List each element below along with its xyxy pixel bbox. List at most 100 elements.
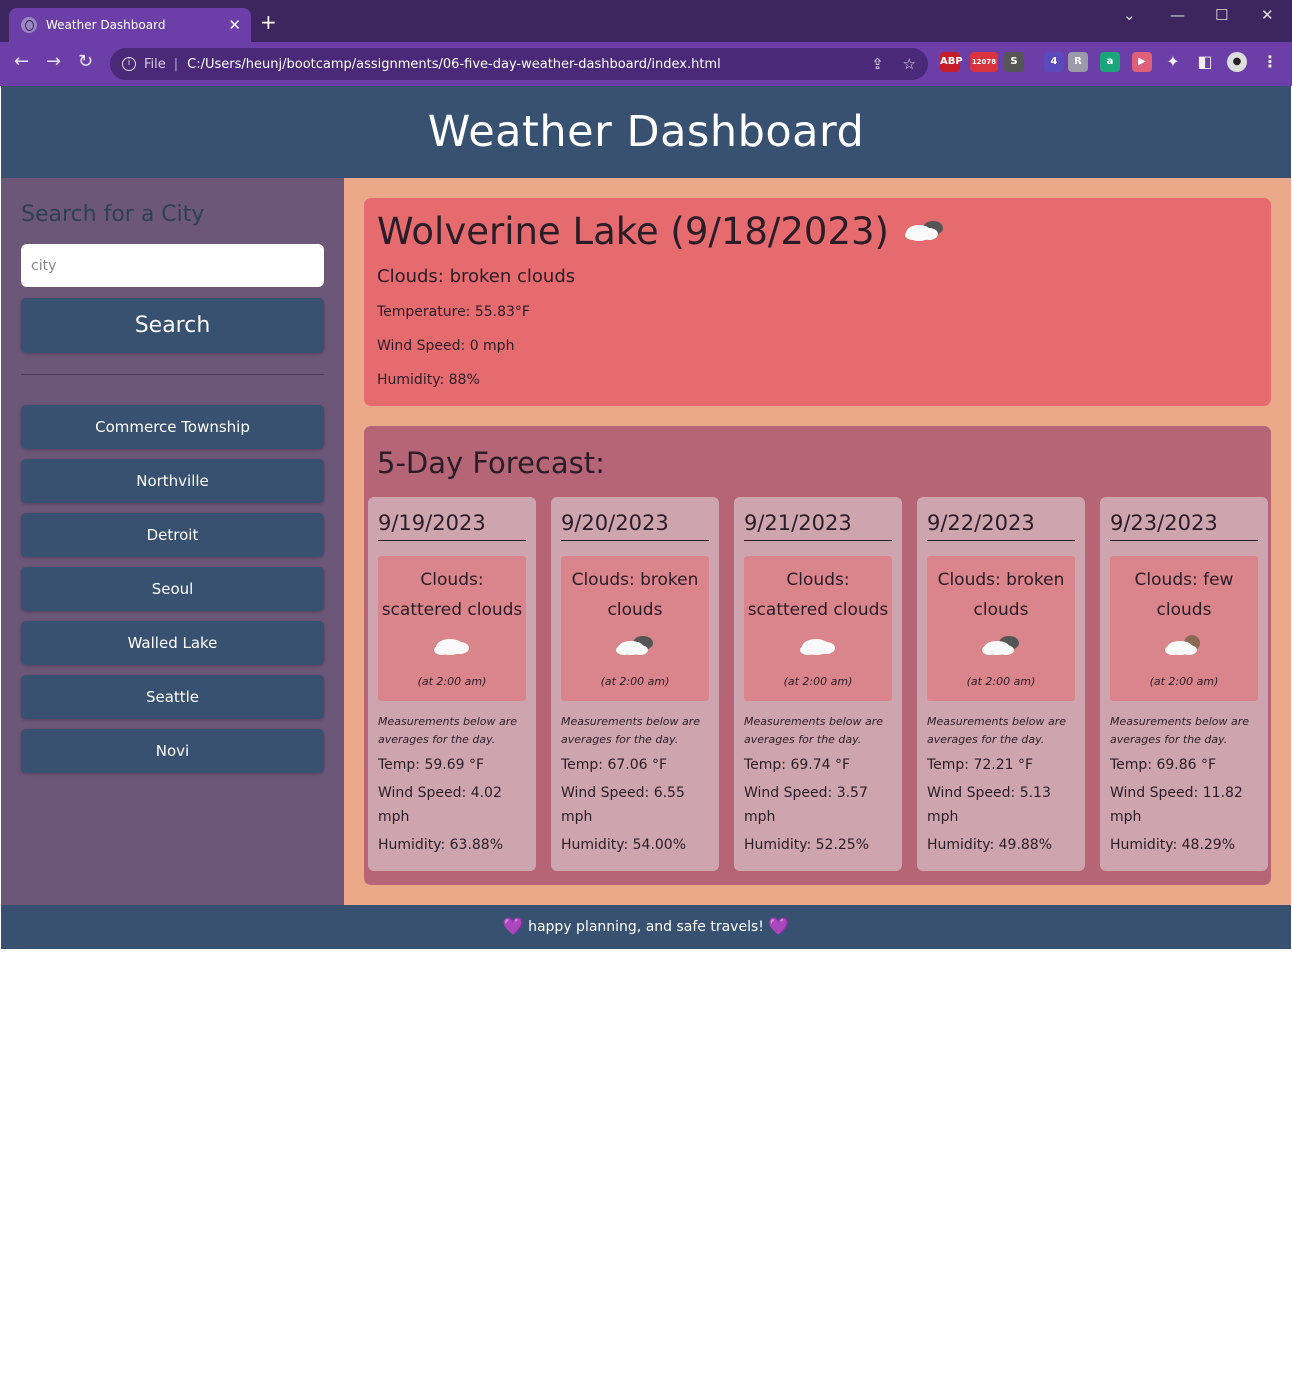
forecast-card: 9/20/2023 Clouds: broken clouds (at 2:00…: [551, 497, 719, 871]
history-button[interactable]: Seattle: [21, 675, 324, 719]
adblock-icon[interactable]: ABP: [940, 52, 963, 72]
browser-toolbar: ← → ↻ i File | C:/Users/heunj/bootcamp/a…: [0, 42, 1292, 86]
broken-clouds-icon: [613, 632, 657, 662]
history-button[interactable]: Seoul: [21, 567, 324, 611]
forecast-note: Measurements below are averages for the …: [744, 715, 884, 746]
maximize-icon[interactable]: ☐: [1215, 6, 1228, 24]
extensions-puzzle-icon[interactable]: ✦: [1163, 52, 1183, 72]
forecast-time: (at 2:00 am): [600, 675, 670, 688]
scattered-clouds-icon: [430, 632, 474, 662]
forecast-temp: Temp: 59.69 °F: [378, 757, 485, 773]
video-icon[interactable]: ▶: [1132, 52, 1152, 72]
reload-icon[interactable]: ↻: [78, 53, 93, 71]
forecast-stats: Temp: 69.74 °F Wind Speed: 3.57 mph Humi…: [744, 753, 898, 861]
forecast-wind: Wind Speed: 6.55 mph: [561, 785, 685, 825]
forecast-time: (at 2:00 am): [966, 675, 1036, 688]
forecast-time: (at 2:00 am): [417, 675, 487, 688]
current-weather-card: Wolverine Lake (9/18/2023) Clouds: broke…: [364, 198, 1271, 406]
history-button[interactable]: Novi: [21, 729, 324, 773]
side-panel-icon[interactable]: ◧: [1195, 52, 1215, 72]
browser-tab[interactable]: Weather Dashboard ✕: [9, 8, 251, 42]
history-button[interactable]: Detroit: [21, 513, 324, 557]
forecast-description: Clouds: scattered clouds: [747, 570, 889, 620]
current-city-date: Wolverine Lake (9/18/2023): [377, 210, 889, 253]
divider: [21, 374, 324, 375]
history-button[interactable]: Commerce Township: [21, 405, 324, 449]
forecast-conditions: Clouds: broken clouds (at 2:00 am): [927, 556, 1075, 701]
forecast-stats: Temp: 59.69 °F Wind Speed: 4.02 mph Humi…: [378, 753, 532, 861]
current-temperature: Temperature: 55.83°F: [377, 304, 530, 320]
forecast-date: 9/19/2023: [378, 511, 526, 541]
forecast-description: Clouds: few clouds: [1134, 570, 1234, 620]
five-day-forecast: 5-Day Forecast: 9/19/2023 Clouds: scatte…: [364, 426, 1271, 885]
info-icon[interactable]: i: [122, 57, 136, 71]
menu-dots-icon[interactable]: ⋮: [1260, 52, 1280, 72]
page-header: Weather Dashboard: [1, 86, 1291, 178]
purple-heart-icon: 💜: [502, 917, 524, 937]
forecast-title: 5-Day Forecast:: [377, 446, 605, 480]
forecast-humidity: Humidity: 49.88%: [927, 837, 1053, 853]
search-history-list: Commerce Township Northville Detroit Seo…: [21, 405, 324, 783]
a-icon[interactable]: a: [1100, 52, 1120, 72]
close-window-icon[interactable]: ✕: [1261, 6, 1274, 24]
broken-clouds-icon: [903, 210, 947, 253]
current-humidity: Humidity: 88%: [377, 372, 480, 388]
forecast-wind: Wind Speed: 3.57 mph: [744, 785, 868, 825]
forward-icon[interactable]: →: [46, 53, 61, 71]
script-icon[interactable]: S: [1004, 52, 1024, 72]
globe-icon: [21, 17, 37, 33]
forecast-card: 9/21/2023 Clouds: scattered clouds (at 2…: [734, 497, 902, 871]
forecast-wind: Wind Speed: 11.82 mph: [1110, 785, 1243, 825]
history-button[interactable]: Walled Lake: [21, 621, 324, 665]
forecast-temp: Temp: 69.86 °F: [1110, 757, 1217, 773]
forecast-conditions: Clouds: few clouds (at 2:00 am): [1110, 556, 1258, 701]
forecast-conditions: Clouds: scattered clouds (at 2:00 am): [744, 556, 892, 701]
url-text[interactable]: C:/Users/heunj/bootcamp/assignments/06-f…: [187, 57, 721, 72]
forecast-note: Measurements below are averages for the …: [1110, 715, 1250, 746]
weather-dashboard-page: Weather Dashboard Search for a City Sear…: [1, 86, 1291, 949]
back-icon[interactable]: ←: [14, 53, 29, 71]
minimize-icon[interactable]: —: [1170, 6, 1185, 24]
page-footer: 💜 happy planning, and safe travels! 💜: [1, 905, 1291, 949]
page-title: Weather Dashboard: [427, 107, 865, 157]
forecast-time: (at 2:00 am): [1149, 675, 1219, 688]
forecast-stats: Temp: 69.86 °F Wind Speed: 11.82 mph Hum…: [1110, 753, 1264, 861]
bookmark-star-icon[interactable]: ☆: [903, 55, 916, 73]
profile-avatar[interactable]: ●: [1227, 52, 1247, 72]
forecast-humidity: Humidity: 52.25%: [744, 837, 870, 853]
forecast-time: (at 2:00 am): [783, 675, 853, 688]
forecast-description: Clouds: broken clouds: [571, 570, 699, 620]
forecast-card: 9/23/2023 Clouds: few clouds (at 2:00 am…: [1100, 497, 1268, 871]
search-button[interactable]: Search: [21, 298, 324, 353]
main-content: Wolverine Lake (9/18/2023) Clouds: broke…: [344, 178, 1291, 905]
forecast-note: Measurements below are averages for the …: [378, 715, 518, 746]
current-weather-title: Wolverine Lake (9/18/2023): [377, 210, 947, 253]
file-label: File: [144, 56, 166, 72]
forecast-date: 9/22/2023: [927, 511, 1075, 541]
broken-clouds-icon: [979, 632, 1023, 662]
separator: |: [173, 56, 179, 72]
tab-search-icon[interactable]: ⌄: [1123, 6, 1136, 24]
sidebar: Search for a City Search Commerce Townsh…: [1, 178, 344, 905]
forecast-temp: Temp: 67.06 °F: [561, 757, 668, 773]
forecast-date: 9/21/2023: [744, 511, 892, 541]
forecast-wind: Wind Speed: 5.13 mph: [927, 785, 1051, 825]
new-tab-icon[interactable]: +: [260, 12, 277, 32]
tab-counter-icon[interactable]: 4: [1044, 52, 1064, 72]
forecast-note: Measurements below are averages for the …: [561, 715, 701, 746]
forecast-card: 9/22/2023 Clouds: broken clouds (at 2:00…: [917, 497, 1085, 871]
share-icon[interactable]: ⇪: [871, 55, 884, 73]
close-tab-icon[interactable]: ✕: [228, 16, 241, 34]
current-description: Clouds: broken clouds: [377, 266, 576, 287]
gmail-checker-icon[interactable]: 12078: [970, 52, 998, 72]
forecast-temp: Temp: 72.21 °F: [927, 757, 1034, 773]
history-button[interactable]: Northville: [21, 459, 324, 503]
city-search-input[interactable]: [21, 244, 324, 287]
address-bar[interactable]: i File | C:/Users/heunj/bootcamp/assignm…: [110, 48, 928, 80]
browser-tab-strip: Weather Dashboard ✕ + ⌄ — ☐ ✕: [0, 0, 1292, 42]
forecast-humidity: Humidity: 48.29%: [1110, 837, 1236, 853]
r-icon[interactable]: R: [1068, 52, 1088, 72]
forecast-description: Clouds: scattered clouds: [381, 570, 523, 620]
forecast-conditions: Clouds: scattered clouds (at 2:00 am): [378, 556, 526, 701]
forecast-humidity: Humidity: 63.88%: [378, 837, 504, 853]
